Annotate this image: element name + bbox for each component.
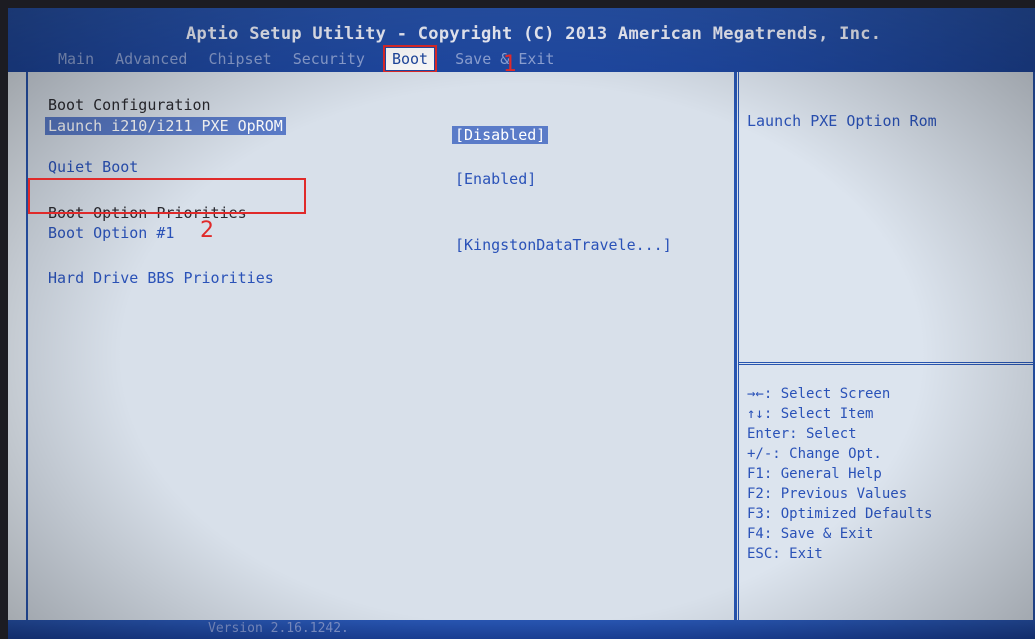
- launch-pxe-value[interactable]: [Disabled]: [452, 126, 549, 144]
- annotation-step-1: 1: [503, 52, 517, 77]
- hard-drive-bbs-priorities[interactable]: Hard Drive BBS Priorities: [48, 269, 274, 287]
- quiet-boot-label[interactable]: Quiet Boot: [48, 158, 138, 176]
- key-select-item: ↑↓: Select Item: [747, 406, 874, 422]
- bios-screen: Aptio Setup Utility - Copyright (C) 2013…: [8, 8, 1035, 639]
- help-divider: [739, 362, 1033, 365]
- annotation-step-2: 2: [200, 218, 214, 243]
- key-general-help: F1: General Help: [747, 466, 882, 482]
- quiet-boot-value[interactable]: [Enabled]: [455, 170, 536, 188]
- boot-option-1-label[interactable]: Boot Option #1: [48, 224, 174, 242]
- menu-chipset[interactable]: Chipset: [208, 50, 271, 68]
- key-save-exit: F4: Save & Exit: [747, 526, 874, 542]
- key-previous-values: F2: Previous Values: [747, 486, 908, 502]
- menu-security[interactable]: Security: [293, 50, 365, 68]
- key-select-screen: →←: Select Screen: [747, 386, 891, 402]
- title-bar: Aptio Setup Utility - Copyright (C) 2013…: [8, 8, 1035, 73]
- menu-bar: Main Advanced Chipset Security Boot Save…: [58, 45, 566, 73]
- boot-settings-panel: Boot Configuration Launch i210/i211 PXE …: [26, 72, 736, 633]
- key-enter-select: Enter: Select: [747, 426, 857, 442]
- boot-configuration-heading: Boot Configuration: [48, 96, 211, 114]
- version-text: Version 2.16.1242.: [208, 621, 349, 636]
- key-esc-exit: ESC: Exit: [747, 546, 823, 562]
- key-change-opt: +/-: Change Opt.: [747, 446, 882, 462]
- menu-boot[interactable]: Boot: [382, 45, 438, 73]
- menu-advanced[interactable]: Advanced: [115, 50, 187, 68]
- app-title: Aptio Setup Utility - Copyright (C) 2013…: [186, 24, 882, 44]
- help-panel: Launch PXE Option Rom →←: Select Screen …: [736, 72, 1035, 633]
- key-optimized-defaults: F3: Optimized Defaults: [747, 506, 933, 522]
- annotation-box-2: [28, 178, 306, 214]
- footer-bar: Version 2.16.1242.: [8, 620, 1035, 639]
- key-legend: →←: Select Screen ↑↓: Select Item Enter:…: [747, 384, 932, 564]
- launch-pxe-label[interactable]: Launch i210/i211 PXE OpROM: [45, 117, 286, 135]
- help-description: Launch PXE Option Rom: [747, 112, 937, 130]
- boot-option-1-value[interactable]: [KingstonDataTravele...]: [455, 236, 672, 254]
- menu-main[interactable]: Main: [58, 50, 94, 68]
